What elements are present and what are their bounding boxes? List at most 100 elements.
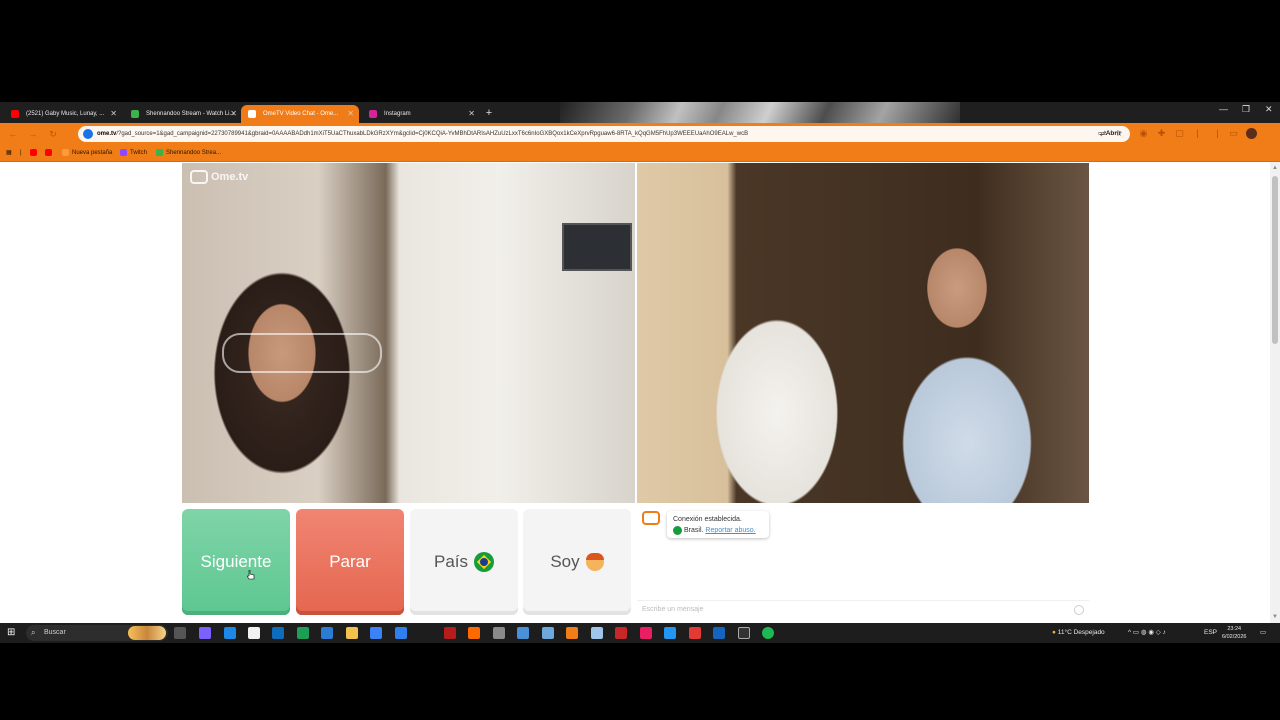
bookmark-twitch[interactable]: Twitch <box>120 145 147 162</box>
scrollbar-thumb[interactable] <box>1272 176 1278 344</box>
search-icon: ⌕ <box>31 628 36 637</box>
sidepanel-icon[interactable]: ▭ <box>1228 128 1239 139</box>
app-icon[interactable] <box>591 627 603 639</box>
chrome-icon[interactable] <box>566 627 578 639</box>
scroll-down-icon[interactable]: ▼ <box>1271 613 1279 621</box>
connection-status: Conexión establecida. <box>673 516 742 523</box>
app-icon[interactable] <box>689 627 701 639</box>
app-icon[interactable] <box>664 627 676 639</box>
extension-icon[interactable]: ▢ <box>1174 128 1185 139</box>
page-scrollbar[interactable]: ▲ ▼ <box>1270 162 1280 623</box>
next-button[interactable]: Siguiente <box>182 509 290 615</box>
stop-button[interactable]: Parar <box>296 509 404 615</box>
ometv-tv-icon <box>642 511 660 525</box>
app-icon[interactable] <box>493 627 505 639</box>
app-icon[interactable] <box>517 627 529 639</box>
close-icon[interactable]: ✕ <box>347 105 354 123</box>
bookmark-star-icon[interactable]: ☆ <box>1114 129 1124 139</box>
tray-icons[interactable]: ^ ▭ ◍ ◉ ◇ ♪ <box>1128 623 1166 643</box>
taskbar-clock[interactable]: 23:24 6/02/2026 <box>1222 625 1246 641</box>
ometv-logo: Ome.tv <box>190 170 248 188</box>
windows-start-icon[interactable]: ⊞ <box>7 628 17 638</box>
app-icon[interactable] <box>738 627 750 639</box>
profile-avatar[interactable] <box>1246 128 1257 139</box>
restore-icon[interactable]: ❐ <box>1242 104 1250 115</box>
illustrator-icon[interactable] <box>468 627 480 639</box>
next-label: Siguiente <box>200 552 272 571</box>
language-indicator[interactable]: ESP <box>1204 623 1217 643</box>
weather-widget[interactable]: ● 11°C Despejado <box>1052 623 1105 643</box>
brazil-flag-icon <box>673 525 682 535</box>
app-icon[interactable] <box>615 627 627 639</box>
notifications-icon[interactable]: ▭ <box>1260 623 1266 643</box>
taskbar-search[interactable]: ⌕ Buscar <box>26 625 168 641</box>
tab-youtube[interactable]: (2521) Gaby Music, Lunay, ... ✕ <box>4 105 122 123</box>
logo-text: Ome.tv <box>211 170 249 183</box>
outlook-icon[interactable] <box>272 627 284 639</box>
shennandoo-icon <box>156 148 163 156</box>
report-abuse-link[interactable]: Reportar abuso. <box>705 527 755 534</box>
copilot-icon[interactable] <box>199 627 211 639</box>
back-icon[interactable]: ← <box>8 129 18 139</box>
partner-country-line: Brasil. Reportar abuso. <box>673 525 763 536</box>
forward-icon[interactable]: → <box>28 129 38 139</box>
message-input[interactable]: Escribe un mensaje <box>637 600 1089 618</box>
tab-instagram[interactable]: Instagram ✕ <box>362 105 480 123</box>
reload-icon[interactable]: ↻ <box>48 129 58 139</box>
instagram-icon <box>369 110 377 118</box>
extension-icon[interactable]: ◉ <box>1138 128 1149 139</box>
app-icon[interactable] <box>370 627 382 639</box>
file-explorer-icon[interactable] <box>346 627 358 639</box>
ometv-icon <box>248 110 256 118</box>
site-info-icon[interactable] <box>83 129 93 139</box>
app-icon[interactable] <box>713 627 725 639</box>
youtube-bookmark-icon[interactable] <box>45 145 55 162</box>
task-view-icon[interactable] <box>174 627 186 639</box>
excel-icon[interactable] <box>297 627 309 639</box>
extensions-puzzle-icon[interactable]: | <box>1192 128 1203 139</box>
app-icon[interactable] <box>321 627 333 639</box>
url-text[interactable]: ome.tv/?gad_source=1&gad_campaignid=2273… <box>97 126 997 142</box>
tabstrip-background <box>560 102 960 123</box>
address-bar[interactable]: ome.tv/?gad_source=1&gad_campaignid=2273… <box>78 126 1130 169</box>
translate-icon[interactable]: ⇄ <box>1098 129 1108 139</box>
tab-title: (2521) Gaby Music, Lunay, ... <box>26 111 105 117</box>
search-label: Buscar <box>44 629 66 636</box>
sun-icon: ● <box>1052 629 1056 636</box>
bookmark-nueva-pestana[interactable]: Nueva pestaña <box>62 145 112 162</box>
country-button[interactable]: País <box>410 509 518 615</box>
tiktok-icon[interactable] <box>640 627 652 639</box>
close-icon[interactable]: ✕ <box>468 105 475 123</box>
new-tab-button[interactable]: + <box>483 107 495 119</box>
chat-panel: Conexión establecida. Brasil. Reportar a… <box>637 503 1089 619</box>
emoji-icon[interactable] <box>1074 605 1084 615</box>
search-highlight-image <box>128 626 166 640</box>
bookmark-icon[interactable]: | <box>20 145 22 162</box>
system-message: Conexión establecida. Brasil. Reportar a… <box>667 511 769 538</box>
video-person <box>222 333 382 373</box>
app-icon[interactable] <box>542 627 554 639</box>
desktop: (2521) Gaby Music, Lunay, ... ✕ Shennand… <box>0 0 1280 720</box>
apps-icon[interactable]: ▦ <box>6 145 12 162</box>
minimize-icon[interactable]: — <box>1219 104 1228 114</box>
close-icon[interactable]: ✕ <box>230 105 237 123</box>
app-icon[interactable] <box>444 627 456 639</box>
scroll-up-icon[interactable]: ▲ <box>1271 164 1279 172</box>
youtube-bookmark-icon[interactable] <box>30 145 40 162</box>
partner-country: Brasil. <box>684 527 704 534</box>
tab-shennandoo[interactable]: Shennandoo Stream - Watch Li... ✕ <box>124 105 242 123</box>
spotify-icon[interactable] <box>762 627 774 639</box>
message-placeholder: Escribe un mensaje <box>642 606 704 613</box>
edge-icon[interactable] <box>224 627 236 639</box>
downloads-icon[interactable]: | <box>1212 128 1223 139</box>
gender-button[interactable]: Soy <box>523 509 631 615</box>
app-icon[interactable] <box>395 627 407 639</box>
close-window-icon[interactable]: ✕ <box>1265 104 1273 115</box>
extension-icon[interactable]: ✚ <box>1156 128 1167 139</box>
bookmark-shennandoo[interactable]: Shennandoo Strea... <box>156 145 221 162</box>
close-icon[interactable]: ✕ <box>110 105 117 123</box>
store-icon[interactable] <box>248 627 260 639</box>
tab-ometv[interactable]: OmeTV Video Chat - Ome... ✕ <box>241 105 359 123</box>
tab-strip: (2521) Gaby Music, Lunay, ... ✕ Shennand… <box>0 102 1280 123</box>
weather-label: 11°C Despejado <box>1057 629 1105 636</box>
